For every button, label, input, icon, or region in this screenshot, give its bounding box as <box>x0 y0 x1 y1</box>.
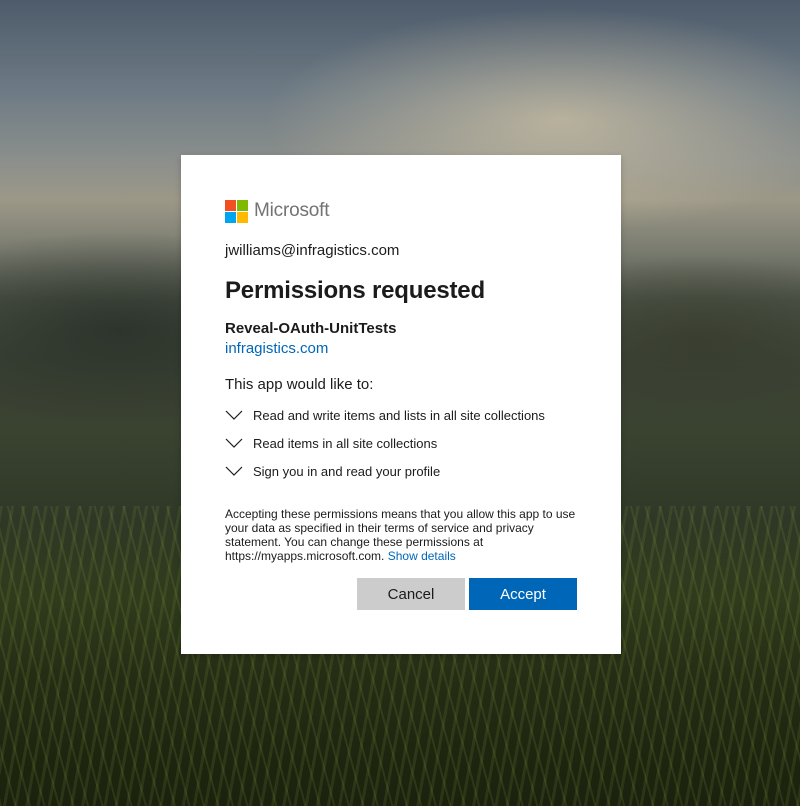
brand-name: Microsoft <box>254 200 330 221</box>
cancel-button[interactable]: Cancel <box>357 578 465 610</box>
microsoft-brand: Microsoft <box>225 199 577 223</box>
permission-item[interactable]: Read and write items and lists in all si… <box>225 401 577 429</box>
permission-label: Read items in all site collections <box>253 435 438 451</box>
permissions-intro: This app would like to: <box>225 376 374 393</box>
page-title: Permissions requested <box>225 277 485 304</box>
permission-list: Read and write items and lists in all si… <box>225 401 577 485</box>
permission-item[interactable]: Read items in all site collections <box>225 429 577 457</box>
chevron-down-icon <box>225 466 253 476</box>
consent-notice: Accepting these permissions means that y… <box>225 507 577 563</box>
button-row: Cancel Accept <box>357 578 577 610</box>
permission-label: Sign you in and read your profile <box>253 463 441 479</box>
permission-item[interactable]: Sign you in and read your profile <box>225 457 577 485</box>
chevron-down-icon <box>225 438 253 448</box>
accept-button[interactable]: Accept <box>469 578 577 610</box>
account-email: jwilliams@infragistics.com <box>225 242 400 259</box>
show-details-link[interactable]: Show details <box>388 549 456 563</box>
app-name: Reveal-OAuth-UnitTests <box>225 320 397 337</box>
microsoft-logo-icon <box>225 199 248 223</box>
app-domain-link[interactable]: infragistics.com <box>225 340 328 357</box>
consent-dialog: Microsoft jwilliams@infragistics.com Per… <box>181 155 621 654</box>
chevron-down-icon <box>225 410 253 420</box>
permission-label: Read and write items and lists in all si… <box>253 407 545 423</box>
